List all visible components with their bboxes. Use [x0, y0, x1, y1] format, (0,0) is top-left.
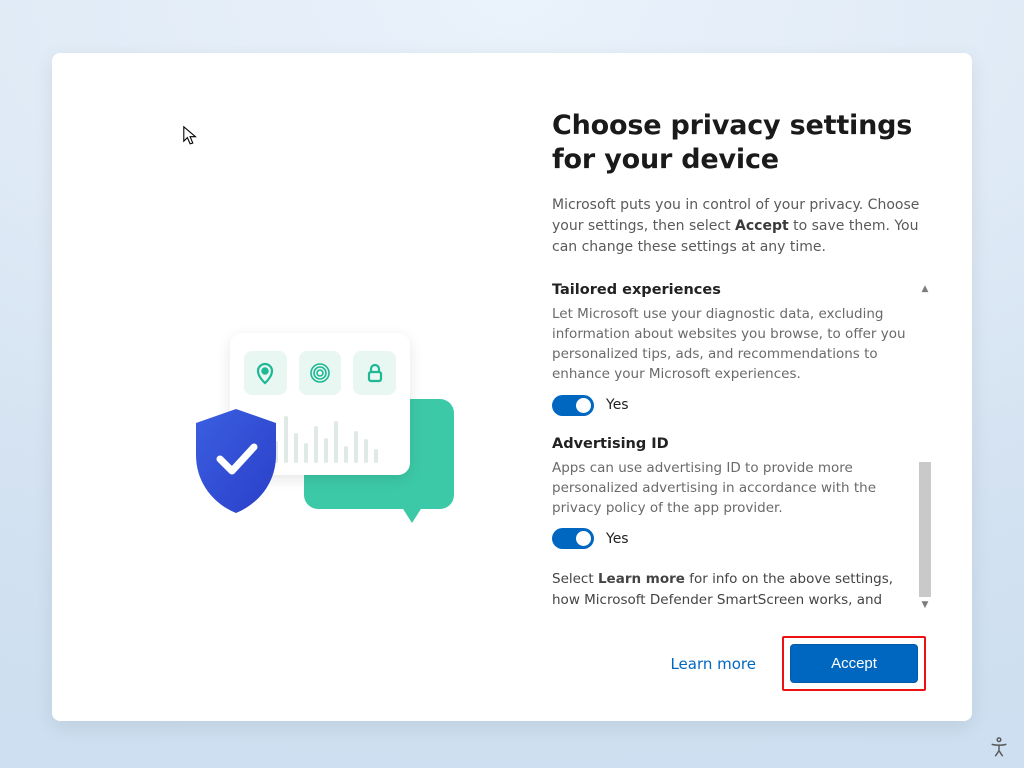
settings-scroll-area: Tailored experiences Let Microsoft use y…	[552, 282, 932, 613]
chat-bubble-tail	[398, 501, 426, 523]
oobe-dialog: Choose privacy settings for your device …	[52, 53, 972, 721]
toggle-label: Yes	[606, 397, 629, 413]
learn-more-footnote: Select Learn more for info on the above …	[552, 569, 908, 612]
scroll-down-icon[interactable]: ▼	[922, 598, 929, 612]
section-tailored-experiences: Tailored experiences Let Microsoft use y…	[552, 282, 908, 416]
fingerprint-icon	[299, 351, 342, 395]
section-heading: Advertising ID	[552, 436, 908, 452]
accept-button[interactable]: Accept	[790, 644, 918, 683]
illustration-pane	[52, 53, 532, 721]
learn-more-link[interactable]: Learn more	[670, 655, 756, 673]
scroll-thumb[interactable]	[919, 462, 931, 597]
dialog-actions: Learn more Accept	[552, 636, 932, 691]
scroll-up-icon[interactable]: ▲	[922, 282, 929, 296]
footnote-pre: Select	[552, 571, 598, 587]
accessibility-icon[interactable]	[988, 736, 1010, 758]
shield-check-icon	[188, 405, 284, 515]
accept-highlight: Accept	[782, 636, 926, 691]
section-advertising-id: Advertising ID Apps can use advertising …	[552, 436, 908, 550]
section-body: Apps can use advertising ID to provide m…	[552, 458, 908, 519]
mouse-cursor-icon	[182, 125, 200, 147]
toggle-label: Yes	[606, 531, 629, 547]
tailored-experiences-toggle[interactable]	[552, 395, 594, 416]
privacy-illustration	[188, 333, 468, 533]
advertising-id-toggle[interactable]	[552, 528, 594, 549]
scrollbar[interactable]: ▲ ▼	[918, 282, 932, 613]
footnote-bold: Learn more	[598, 571, 685, 587]
section-body: Let Microsoft use your diagnostic data, …	[552, 304, 908, 385]
content-pane: Choose privacy settings for your device …	[532, 53, 972, 721]
page-title: Choose privacy settings for your device	[552, 109, 932, 177]
lock-icon	[353, 351, 396, 395]
section-heading: Tailored experiences	[552, 282, 908, 298]
map-pin-icon	[244, 351, 287, 395]
intro-text: Microsoft puts you in control of your pr…	[552, 195, 932, 258]
intro-bold: Accept	[735, 218, 789, 234]
